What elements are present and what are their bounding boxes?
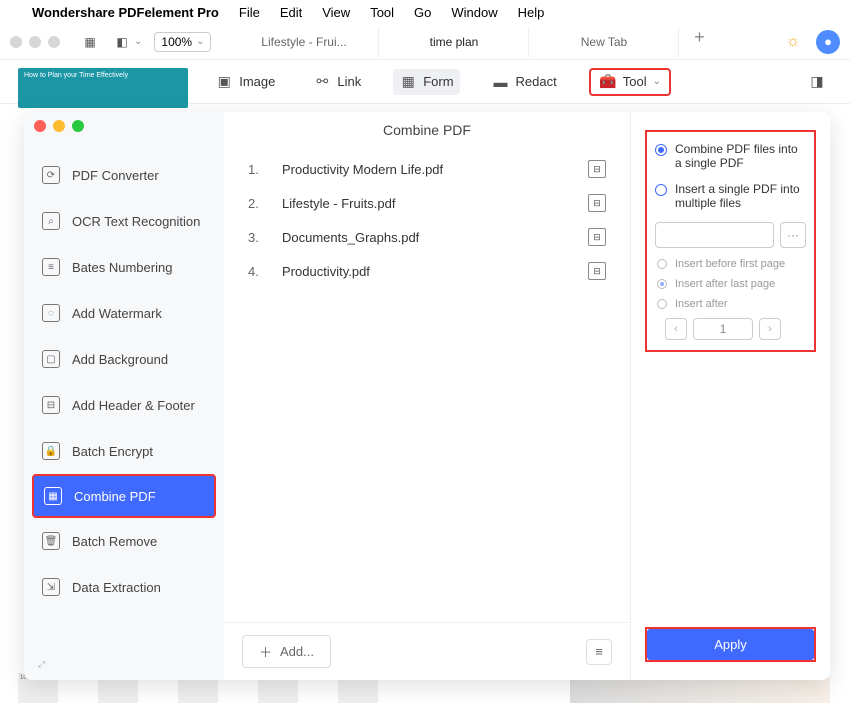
- menu-help[interactable]: Help: [518, 5, 545, 20]
- option-insert-after-last: Insert after last page: [655, 278, 806, 290]
- file-list: 1.Productivity Modern Life.pdf⊟ 2.Lifest…: [224, 152, 630, 622]
- document-tabs: Lifestyle - Frui... time plan New Tab +: [229, 27, 770, 57]
- list-options-button[interactable]: ≡: [586, 639, 612, 665]
- dialog-center: Combine PDF 1.Productivity Modern Life.p…: [224, 112, 630, 680]
- page-range-icon[interactable]: ⊟: [588, 262, 606, 280]
- thumbnail-view-button[interactable]: ▦: [78, 32, 102, 52]
- sidebar-item-header-footer[interactable]: ⊟Add Header & Footer: [24, 382, 224, 428]
- radio-icon: [655, 144, 667, 156]
- app-bar: ▦ ◧⌄ 100%⌄ Lifestyle - Frui... time plan…: [0, 24, 850, 60]
- step-down-button[interactable]: ‹: [665, 318, 687, 340]
- dialog-traffic-lights[interactable]: [34, 120, 84, 132]
- page-stepper: ‹ 1 ›: [655, 318, 806, 340]
- user-avatar[interactable]: ●: [816, 30, 840, 54]
- combine-pdf-dialog: ⟳PDF Converter ⌕OCR Text Recognition ≡Ba…: [24, 112, 830, 680]
- zoom-dropdown[interactable]: 100%⌄: [154, 32, 211, 52]
- dialog-sidebar: ⟳PDF Converter ⌕OCR Text Recognition ≡Ba…: [24, 112, 224, 680]
- add-tab-button[interactable]: +: [679, 27, 719, 57]
- dialog-footer: ＋Add... ≡: [224, 622, 630, 680]
- app-name[interactable]: Wondershare PDFelement Pro: [32, 5, 219, 20]
- option-insert[interactable]: Insert a single PDF into multiple files: [655, 182, 806, 210]
- panel-toggle-icon[interactable]: ◨: [802, 69, 832, 95]
- tab-lifestyle[interactable]: Lifestyle - Frui...: [229, 27, 379, 57]
- page-value[interactable]: 1: [693, 318, 753, 340]
- bg-document-right: [570, 677, 830, 703]
- sidebar-item-ocr[interactable]: ⌕OCR Text Recognition: [24, 198, 224, 244]
- sidebar-item-watermark[interactable]: ◌Add Watermark: [24, 290, 224, 336]
- dialog-options-panel: Combine PDF files into a single PDF Inse…: [630, 112, 830, 680]
- step-up-button[interactable]: ›: [759, 318, 781, 340]
- radio-icon: [655, 184, 667, 196]
- menu-go[interactable]: Go: [414, 5, 431, 20]
- page-range-icon[interactable]: ⊟: [588, 228, 606, 246]
- menu-edit[interactable]: Edit: [280, 5, 302, 20]
- close-icon[interactable]: [34, 120, 46, 132]
- form-button[interactable]: ▦Form: [393, 69, 459, 95]
- option-combine[interactable]: Combine PDF files into a single PDF: [655, 142, 806, 170]
- sidebar-item-combine-pdf[interactable]: ▦Combine PDF: [32, 474, 216, 518]
- sidebar-item-data-extraction[interactable]: ⇲Data Extraction: [24, 564, 224, 610]
- plus-icon: ＋: [259, 642, 272, 661]
- image-button[interactable]: ▣Image: [209, 69, 281, 95]
- browse-file-button[interactable]: ···: [780, 222, 806, 248]
- sidebar-resize-handle[interactable]: ⤢: [38, 659, 45, 670]
- menu-file[interactable]: File: [239, 5, 260, 20]
- redact-button[interactable]: ▬Redact: [486, 69, 563, 95]
- tips-icon[interactable]: ☼: [778, 33, 808, 51]
- dialog-title: Combine PDF: [224, 112, 630, 152]
- menu-tool[interactable]: Tool: [370, 5, 394, 20]
- insert-file-field[interactable]: [655, 222, 774, 248]
- menubar: Wondershare PDFelement Pro File Edit Vie…: [0, 0, 850, 24]
- link-button[interactable]: ⚯Link: [307, 69, 367, 95]
- sidebar-item-background[interactable]: ▢Add Background: [24, 336, 224, 382]
- file-row[interactable]: 1.Productivity Modern Life.pdf⊟: [248, 152, 606, 186]
- file-row[interactable]: 2.Lifestyle - Fruits.pdf⊟: [248, 186, 606, 220]
- menu-window[interactable]: Window: [451, 5, 497, 20]
- minimize-icon[interactable]: [53, 120, 65, 132]
- tab-time-plan[interactable]: time plan: [379, 27, 529, 57]
- tool-dropdown[interactable]: 🧰Tool⌄: [589, 68, 671, 96]
- sidebar-item-bates[interactable]: ≡Bates Numbering: [24, 244, 224, 290]
- add-file-button[interactable]: ＋Add...: [242, 635, 331, 668]
- option-insert-before: Insert before first page: [655, 258, 806, 270]
- file-row[interactable]: 3.Documents_Graphs.pdf⊟: [248, 220, 606, 254]
- sidebar-layout-button[interactable]: ◧⌄: [110, 32, 146, 52]
- menu-view[interactable]: View: [322, 5, 350, 20]
- apply-button[interactable]: Apply: [647, 629, 814, 660]
- sidebar-item-pdf-converter[interactable]: ⟳PDF Converter: [24, 152, 224, 198]
- maximize-icon[interactable]: [72, 120, 84, 132]
- sidebar-item-batch-encrypt[interactable]: 🔒Batch Encrypt: [24, 428, 224, 474]
- sidebar-item-batch-remove[interactable]: 🗑Batch Remove: [24, 518, 224, 564]
- page-range-icon[interactable]: ⊟: [588, 194, 606, 212]
- file-row[interactable]: 4.Productivity.pdf⊟: [248, 254, 606, 288]
- page-range-icon[interactable]: ⊟: [588, 160, 606, 178]
- window-traffic-lights[interactable]: [10, 36, 60, 48]
- apply-highlight-box: Apply: [645, 627, 816, 662]
- bg-thumbnail: How to Plan your Time Effectively: [18, 68, 188, 108]
- options-highlight-box: Combine PDF files into a single PDF Inse…: [645, 130, 816, 352]
- option-insert-after-page: Insert after: [655, 298, 806, 310]
- tab-new[interactable]: New Tab: [529, 27, 679, 57]
